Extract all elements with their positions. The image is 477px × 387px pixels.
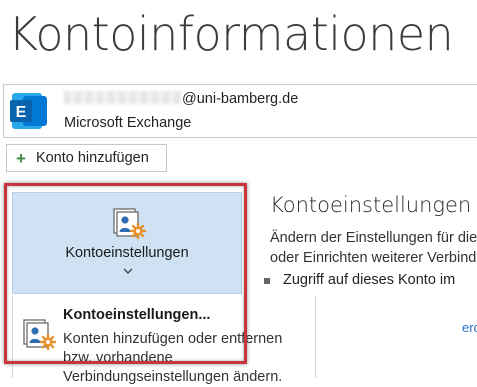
svg-text:E: E (16, 104, 27, 121)
plus-icon: + (16, 148, 26, 168)
bullet-text: Zugriff auf dieses Konto im (283, 272, 456, 288)
bullet-item: Zugriff auf dieses Konto im (264, 272, 455, 288)
bullet-icon (264, 277, 270, 284)
account-settings-button[interactable]: Kontoeinstellungen (12, 192, 242, 294)
section-description: Ändern der Einstellungen für die oder Ei… (270, 228, 477, 268)
redacted-username (64, 91, 182, 104)
menu-item-title: Kontoeinstellungen... (63, 307, 211, 323)
section-description-line-2: oder Einrichten weiterer Verbind (270, 250, 477, 266)
menu-item-description: Konten hinzufügen oder entfernen bzw. vo… (63, 331, 283, 385)
account-settings-icon (23, 319, 57, 351)
page-title: Kontoinformationen (8, 7, 454, 61)
add-account-label: Konto hinzufügen (35, 150, 149, 166)
account-settings-icon (113, 208, 147, 240)
chevron-down-icon (123, 268, 133, 274)
account-settings-label: Kontoeinstellungen (65, 245, 189, 261)
account-email: @uni-bamberg.de (64, 91, 298, 107)
exchange-logo-icon: E (10, 93, 47, 129)
account-type: Microsoft Exchange (64, 115, 192, 131)
email-domain: @uni-bamberg.de (182, 91, 299, 107)
account-settings-dropdown: Kontoeinstellungen... Konten hinzufügen … (12, 296, 316, 385)
link-fragment[interactable]: ero (462, 320, 477, 335)
section-description-line-1: Ändern der Einstellungen für die (270, 230, 477, 246)
menu-item-account-settings[interactable]: Kontoeinstellungen... Konten hinzufügen … (13, 296, 315, 385)
section-title: Kontoeinstellungen (270, 193, 472, 217)
add-account-button[interactable]: + Konto hinzufügen (6, 144, 167, 172)
account-selector[interactable]: E @uni-bamberg.de Microsoft Exchange (3, 84, 477, 138)
